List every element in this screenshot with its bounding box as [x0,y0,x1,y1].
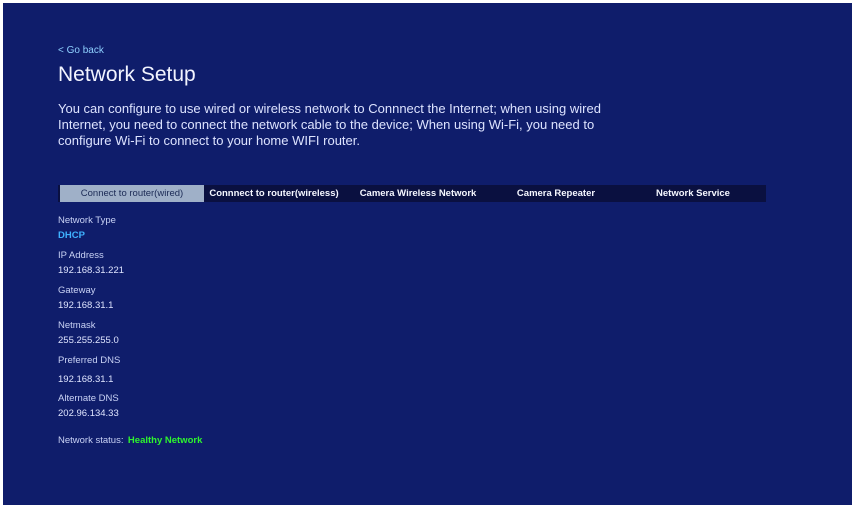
page-description: You can configure to use wired or wirele… [58,101,601,148]
go-back-link[interactable]: < Go back [58,45,104,56]
netmask-label: Netmask [58,320,96,331]
tab-bar: Connect to router(wired) Connnect to rou… [58,185,766,202]
gateway-value: 192.168.31.1 [58,300,114,311]
preferred-dns-label: Preferred DNS [58,355,121,366]
network-type-value: DHCP [58,230,85,241]
ip-address-label: IP Address [58,250,104,261]
preferred-dns-value: 192.168.31.1 [58,374,114,385]
network-status-row: Network status: Healthy Network [58,430,202,448]
tab-camera-wireless-network[interactable]: Camera Wireless Network [344,185,492,202]
tab-camera-repeater[interactable]: Camera Repeater [492,185,620,202]
alternate-dns-value: 202.96.134.33 [58,408,119,419]
tab-network-service[interactable]: Network Service [620,185,766,202]
network-status-label: Network status: [58,435,124,446]
ip-address-value: 192.168.31.221 [58,265,125,276]
network-setup-screen: < Go back Network Setup You can configur… [3,3,852,505]
gateway-label: Gateway [58,285,96,296]
page-title: Network Setup [58,63,196,86]
tab-connect-router-wireless[interactable]: Connnect to router(wireless) [204,185,344,202]
network-status-value: Healthy Network [127,435,203,446]
netmask-value: 255.255.255.0 [58,335,119,346]
alternate-dns-label: Alternate DNS [58,393,119,404]
tab-connect-router-wired[interactable]: Connect to router(wired) [60,185,204,202]
network-type-label: Network Type [58,215,116,226]
